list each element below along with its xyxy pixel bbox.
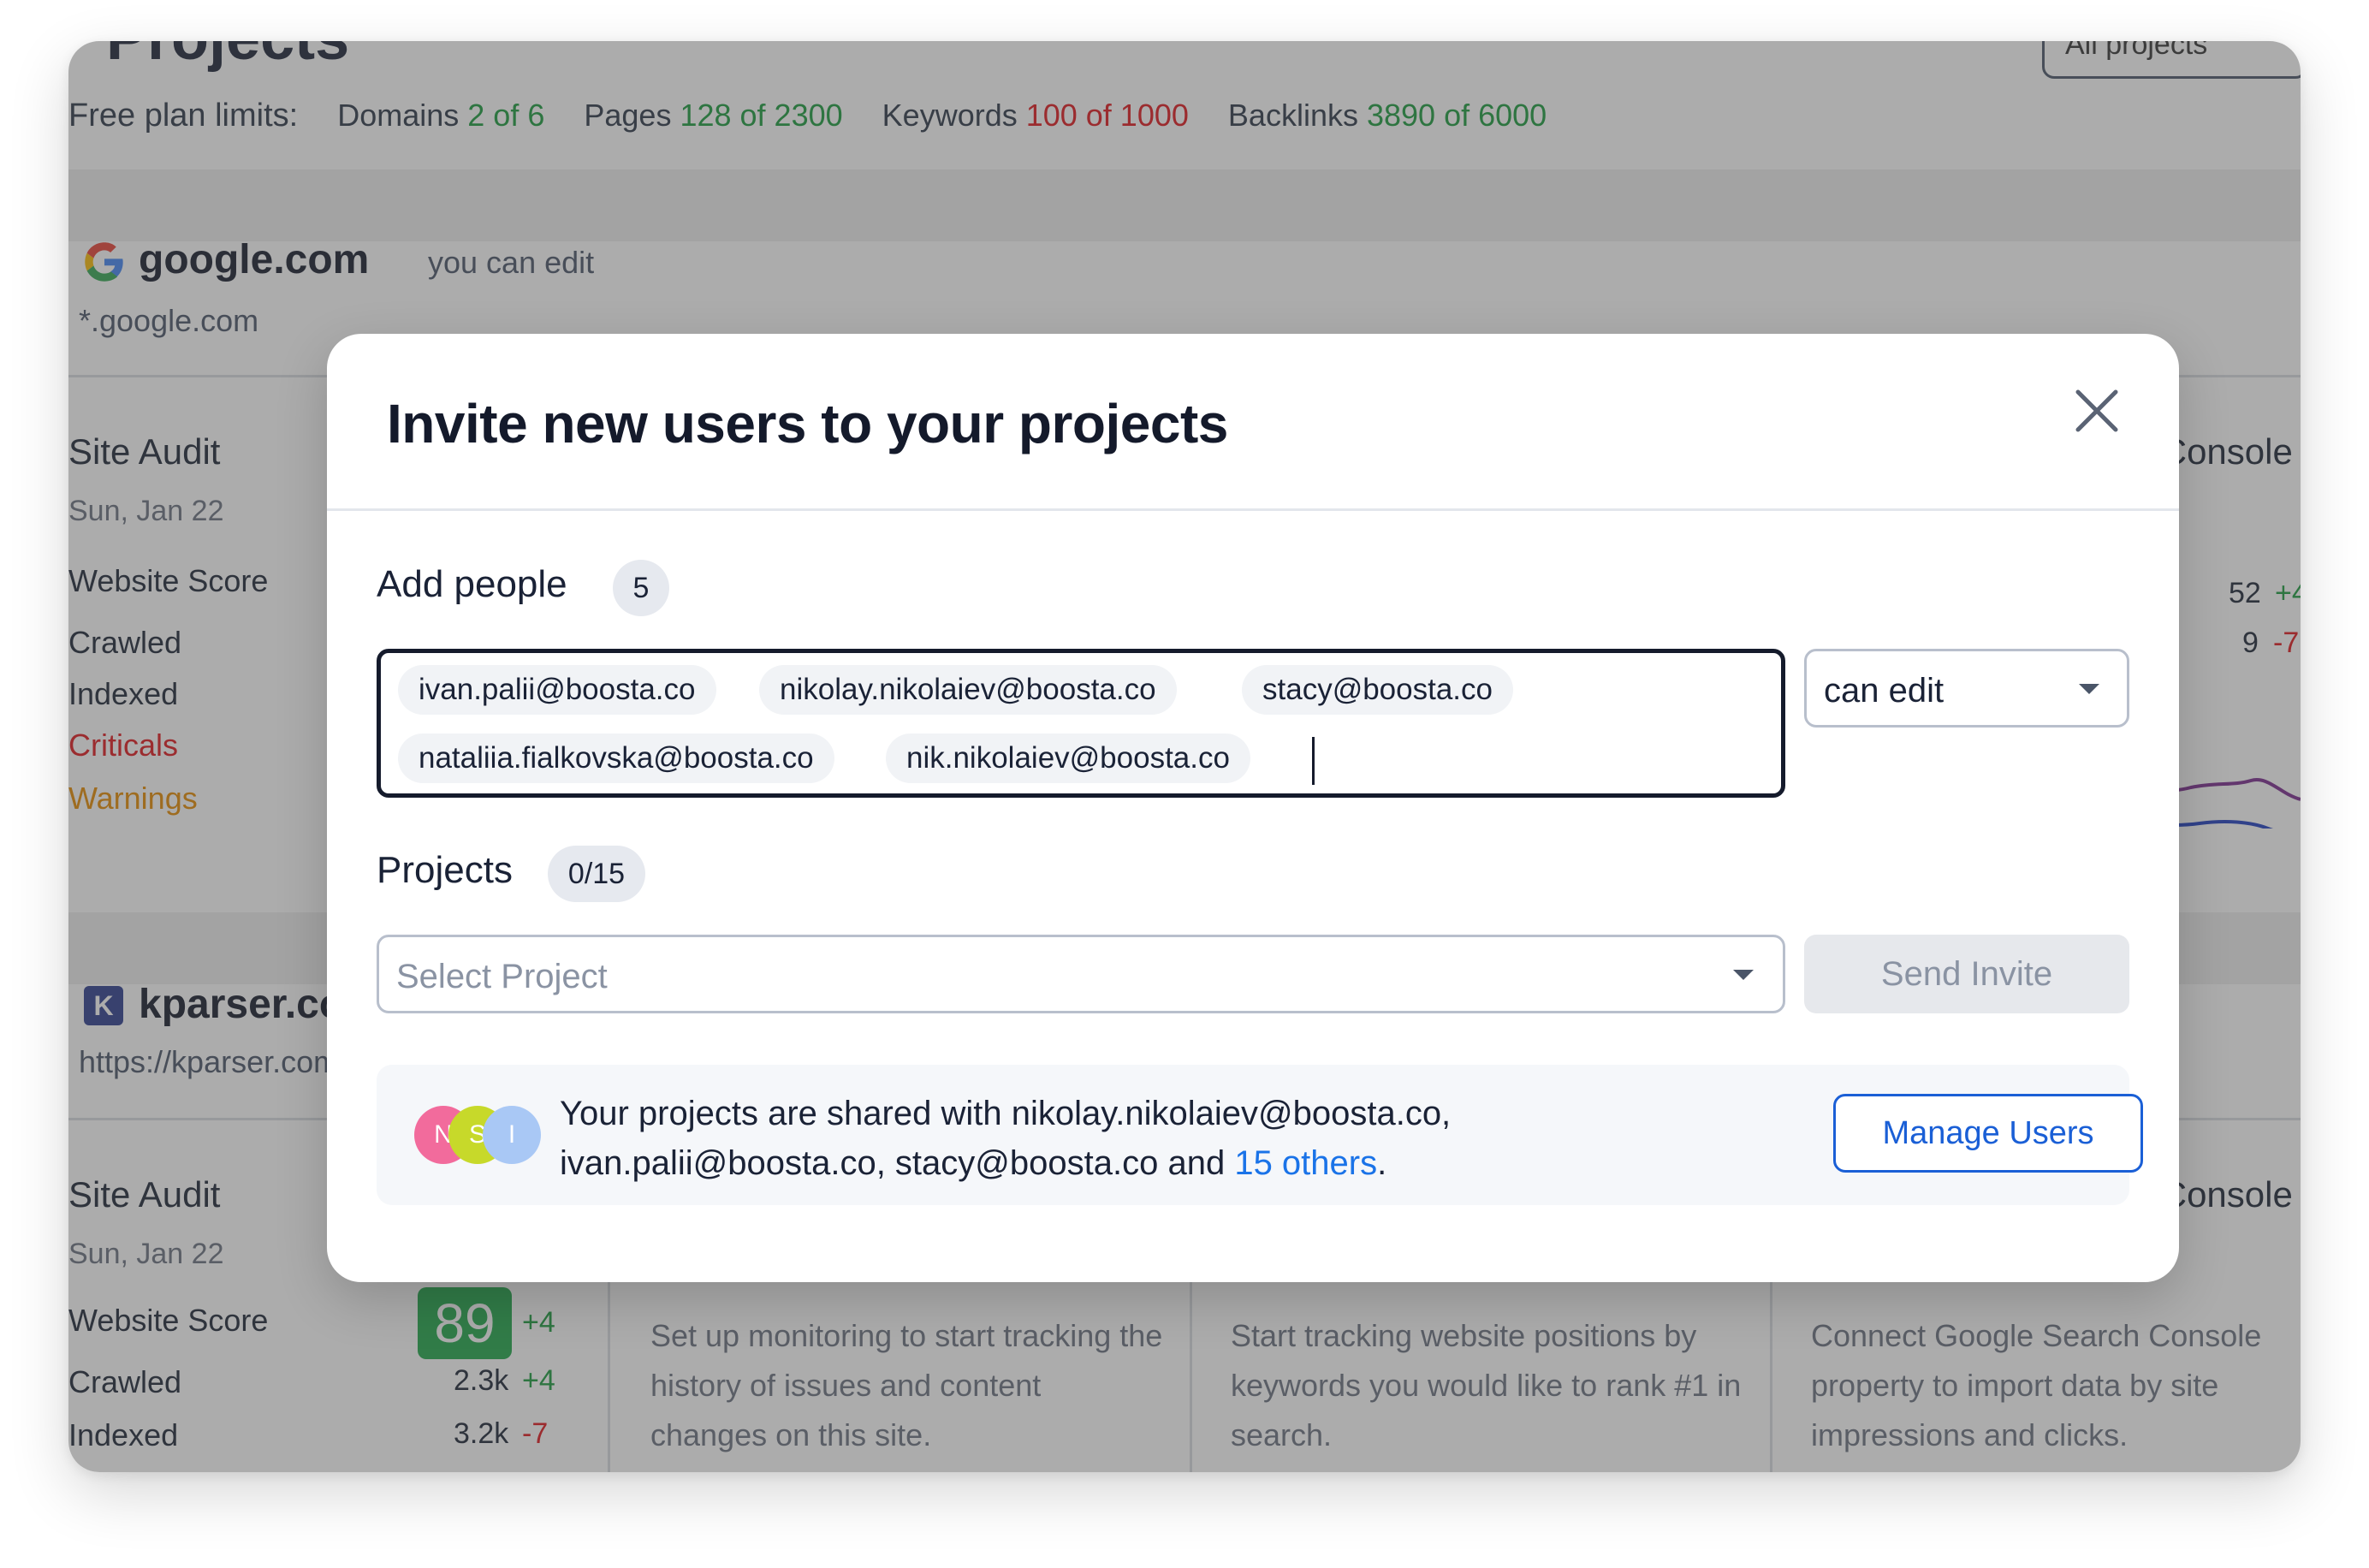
add-people-label: Add people (377, 563, 567, 605)
project-select-placeholder: Select Project (396, 958, 608, 995)
app-window: Projects All projects Free plan limits: … (68, 41, 2301, 1472)
close-icon[interactable] (2066, 380, 2128, 442)
email-chip[interactable]: ivan.palii@boosta.co (398, 665, 716, 715)
chevron-down-icon (1733, 970, 1754, 980)
projects-count-badge: 0/15 (548, 846, 645, 902)
text-cursor (1312, 737, 1315, 785)
shared-with-suffix: . (1377, 1144, 1387, 1182)
manage-users-button[interactable]: Manage Users (1833, 1094, 2143, 1173)
role-select-value: can edit (1824, 672, 1944, 710)
add-people-count-badge: 5 (613, 560, 669, 616)
modal-header-divider (327, 508, 2179, 511)
invite-users-modal: Invite new users to your projects Add pe… (327, 334, 2179, 1282)
chevron-down-icon (2079, 684, 2099, 694)
email-chip[interactable]: nik.nikolaiev@boosta.co (886, 734, 1250, 783)
role-select[interactable]: can edit (1804, 649, 2129, 728)
email-chip[interactable]: nikolay.nikolaiev@boosta.co (759, 665, 1177, 715)
email-chip[interactable]: nataliia.fialkovska@boosta.co (398, 734, 834, 783)
shared-users-panel: N S I Your projects are shared with niko… (377, 1065, 2143, 1205)
email-tags-input[interactable]: ivan.palii@boosta.co nikolay.nikolaiev@b… (377, 649, 1785, 798)
others-link[interactable]: 15 others (1234, 1144, 1377, 1182)
shared-with-text: Your projects are shared with nikolay.ni… (560, 1089, 1672, 1188)
email-chip[interactable]: stacy@boosta.co (1242, 665, 1513, 715)
projects-label: Projects (377, 849, 513, 891)
send-invite-button[interactable]: Send Invite (1804, 935, 2129, 1013)
avatar: I (483, 1106, 541, 1164)
modal-title: Invite new users to your projects (387, 393, 1228, 454)
project-select[interactable]: Select Project (377, 935, 1785, 1013)
